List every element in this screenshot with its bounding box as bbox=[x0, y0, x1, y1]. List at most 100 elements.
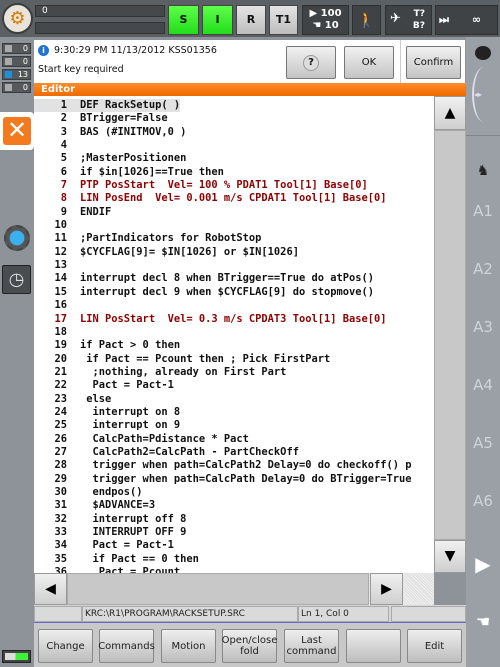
code-line[interactable]: 4 bbox=[34, 139, 434, 152]
robot-interpreter-button[interactable]: R bbox=[236, 5, 266, 35]
code-line[interactable]: 17 LIN PosStart Vel= 0.3 m/s CPDAT3 Tool[… bbox=[34, 313, 434, 326]
jog-axis-a3[interactable]: A3 bbox=[466, 318, 500, 336]
line-number: 32 bbox=[54, 512, 67, 525]
code-line[interactable]: 20 if Pact == Pcount then ; Pick FirstPa… bbox=[34, 353, 434, 366]
line-text: ;nothing, already on First Part bbox=[80, 365, 287, 378]
jog-axis-a5[interactable]: A5 bbox=[466, 434, 500, 452]
code-line[interactable]: 28 trigger when path=CalcPath2 Delay=0 d… bbox=[34, 459, 434, 472]
scroll-down-button[interactable]: ▼ bbox=[434, 540, 466, 573]
code-editor[interactable]: 1 DEF RackSetup( ) 2 BTrigger=False 3 BAS (#I… bbox=[34, 96, 434, 573]
jog-axis-a4[interactable]: A4 bbox=[466, 376, 500, 394]
drives-button[interactable]: I bbox=[202, 5, 233, 35]
robot-icon[interactable]: ♞ bbox=[466, 163, 500, 179]
program-run-mode-button[interactable]: 🚶 bbox=[352, 5, 381, 35]
line-number: 13 bbox=[54, 259, 67, 272]
code-line[interactable]: 9 ENDIF bbox=[34, 206, 434, 219]
kuka-main-menu-button[interactable]: ⚙ bbox=[2, 3, 33, 34]
softkey-commands[interactable]: Commands bbox=[98, 629, 155, 663]
line-text: CalcPath=Pdistance * Pact bbox=[80, 432, 249, 445]
jog-axis-a6[interactable]: A6 bbox=[466, 492, 500, 510]
counter-info[interactable]: 13 bbox=[2, 69, 31, 80]
line-text bbox=[67, 259, 80, 272]
ok-button[interactable]: OK bbox=[344, 46, 394, 79]
code-line[interactable]: 14 interrupt decl 8 when BTrigger==True d… bbox=[34, 272, 434, 285]
robot-tool-icon: ✈ bbox=[390, 11, 401, 26]
softkey-change[interactable]: Change bbox=[38, 629, 93, 663]
scroll-up-button[interactable]: ▲ bbox=[434, 96, 466, 130]
code-line[interactable]: 3 BAS (#INITMOV,0 ) bbox=[34, 126, 434, 139]
code-line[interactable]: 35 if Pact == 0 then bbox=[34, 553, 434, 566]
play-icon: ▶ bbox=[309, 8, 318, 19]
code-line[interactable]: 10 bbox=[34, 219, 434, 232]
softkey-open-close-fold[interactable]: Open/close fold bbox=[222, 629, 277, 663]
code-line[interactable]: 34 Pact = Pact-1 bbox=[34, 539, 434, 552]
code-line[interactable]: 18 bbox=[34, 326, 434, 339]
code-line[interactable]: 12 $CYCFLAG[9]= $IN[1026] or $IN[1026] bbox=[34, 246, 434, 259]
softkey-empty[interactable] bbox=[346, 629, 401, 663]
code-line[interactable]: 24 interrupt on 8 bbox=[34, 406, 434, 419]
confirm-all-button[interactable]: Confirm all bbox=[406, 46, 461, 99]
code-line[interactable]: 5 ;MasterPositionen bbox=[34, 152, 434, 165]
code-line[interactable]: 13 bbox=[34, 259, 434, 272]
jog-axis-a1[interactable]: A1 bbox=[466, 202, 500, 220]
counter-ack[interactable]: 0 bbox=[2, 43, 31, 54]
horizontal-scrollbar[interactable]: ◀ ▶ bbox=[34, 573, 434, 605]
softkey-last-command[interactable]: Last command bbox=[284, 629, 339, 663]
editor-tab[interactable]: ✕ bbox=[0, 112, 34, 150]
line-text bbox=[67, 299, 80, 312]
code-line[interactable]: 26 CalcPath=Pdistance * Pact bbox=[34, 433, 434, 446]
code-line[interactable]: 8 LIN PosEnd Vel= 0.001 m/s CPDAT1 Tool[1… bbox=[34, 192, 434, 205]
code-line[interactable]: 29 trigger when path=CalcPath Delay=0 do… bbox=[34, 473, 434, 486]
vertical-scroll-thumb[interactable] bbox=[434, 130, 466, 540]
code-line[interactable]: 32 interrupt off 8 bbox=[34, 513, 434, 526]
scroll-left-button[interactable]: ◀ bbox=[34, 573, 67, 605]
code-line[interactable]: 15 interrupt decl 9 when $CYCFLAG[9] do s… bbox=[34, 286, 434, 299]
code-line[interactable]: 7 PTP PosStart Vel= 100 % PDAT1 Tool[1] B… bbox=[34, 179, 434, 192]
code-line[interactable]: 31 $ADVANCE=3 bbox=[34, 499, 434, 512]
jog-axis-a2[interactable]: A2 bbox=[466, 260, 500, 278]
code-line[interactable]: 1 DEF RackSetup( ) bbox=[34, 99, 434, 113]
submit-interpreter-button[interactable]: S bbox=[168, 5, 199, 35]
horizontal-scroll-thumb[interactable] bbox=[67, 573, 369, 605]
line-number: 30 bbox=[54, 485, 67, 498]
override-button[interactable]: ▶ 100 ☚ 10 bbox=[302, 5, 349, 35]
counter-status[interactable]: 0 bbox=[2, 56, 31, 67]
status-field-2 bbox=[35, 22, 165, 34]
gear-icon[interactable] bbox=[4, 225, 30, 251]
close-icon[interactable]: ✕ bbox=[3, 117, 31, 145]
globe-icon[interactable] bbox=[475, 46, 491, 60]
code-line[interactable]: 2 BTrigger=False bbox=[34, 112, 434, 125]
code-line[interactable]: 21 ;nothing, already on First Part bbox=[34, 366, 434, 379]
code-line[interactable]: 36 Pact = Pcount bbox=[34, 566, 434, 573]
line-text bbox=[67, 326, 80, 339]
help-button[interactable]: ? bbox=[286, 46, 336, 79]
operating-mode-button[interactable]: T1 bbox=[269, 5, 298, 35]
hand-icon[interactable]: ☚ bbox=[466, 612, 500, 631]
vertical-scrollbar[interactable]: ▲ ▼ bbox=[434, 96, 466, 573]
coordinate-system-icon[interactable]: ◂▸ bbox=[472, 67, 496, 122]
code-line[interactable]: 25 interrupt on 9 bbox=[34, 419, 434, 432]
code-line[interactable]: 16 bbox=[34, 299, 434, 312]
code-line[interactable]: 30 endpos() bbox=[34, 486, 434, 499]
jog-increment-button[interactable]: ⏭ ∞ bbox=[435, 5, 498, 35]
code-line[interactable]: 22 Pact = Pact-1 bbox=[34, 379, 434, 392]
softkey-motion[interactable]: Motion bbox=[161, 629, 216, 663]
scroll-right-button[interactable]: ▶ bbox=[370, 573, 403, 605]
tool-base-button[interactable]: ✈ T? B? bbox=[385, 5, 432, 35]
line-number: 19 bbox=[54, 339, 67, 352]
play-icon[interactable]: ▶ bbox=[466, 552, 500, 576]
clock-icon[interactable]: ◷ bbox=[2, 265, 31, 294]
line-text: interrupt decl 9 when $CYCFLAG[9] do sto… bbox=[80, 285, 375, 298]
line-text: $CYCFLAG[9]= $IN[1026] or $IN[1026] bbox=[80, 245, 299, 258]
code-line[interactable]: 19 if Pact > 0 then bbox=[34, 339, 434, 352]
walking-man-icon: 🚶 bbox=[357, 11, 376, 29]
code-line[interactable]: 11 ;PartIndicators for RobotStop bbox=[34, 232, 434, 245]
code-line[interactable]: 23 else bbox=[34, 393, 434, 406]
code-line[interactable]: 33 INTERRUPT OFF 9 bbox=[34, 526, 434, 539]
code-line[interactable]: 27 CalcPath2=CalcPath - PartCheckOff bbox=[34, 446, 434, 459]
line-number: 10 bbox=[54, 219, 67, 232]
line-number: 11 bbox=[54, 232, 67, 245]
softkey-edit[interactable]: Edit bbox=[407, 629, 462, 663]
code-line[interactable]: 6 if $in[1026]==True then bbox=[34, 166, 434, 179]
counter-wait[interactable]: 0 bbox=[2, 82, 31, 93]
